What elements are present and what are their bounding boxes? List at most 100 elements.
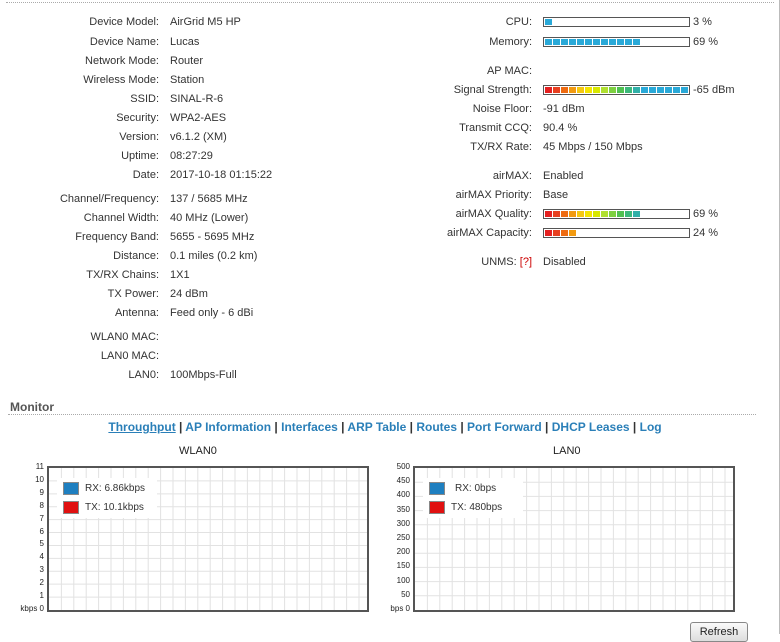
airmax-label: airMAX: xyxy=(492,170,532,182)
meter-segment xyxy=(625,87,632,93)
airmax-priority-label: airMAX Priority: xyxy=(455,189,532,201)
tab-interfaces[interactable]: Interfaces xyxy=(281,420,338,434)
meter-segment xyxy=(561,87,568,93)
meter-segment xyxy=(569,39,576,45)
meter-segment xyxy=(657,87,664,93)
info-value: 08:27:29 xyxy=(170,150,213,162)
lan0-throughput-chart: RX: 0bps TX: 480bps xyxy=(413,466,735,612)
tab-throughput[interactable]: Throughput xyxy=(108,420,175,434)
info-label: TX/RX Chains: xyxy=(86,269,159,281)
tab-separator: | xyxy=(175,420,186,434)
airmax-value: Enabled xyxy=(543,170,584,182)
info-value: 100Mbps-Full xyxy=(170,369,237,381)
monitor-tabs: Throughput | AP Information | Interfaces… xyxy=(0,420,770,434)
meter-segment xyxy=(633,87,640,93)
airmax-priority-value: Base xyxy=(543,189,569,201)
signal-value: -65 dBm xyxy=(693,84,735,96)
info-value: 40 MHz (Lower) xyxy=(170,212,249,224)
meter-segment xyxy=(601,39,608,45)
y-tick-label: 7 xyxy=(39,513,44,523)
meter-segment xyxy=(601,87,608,93)
unms-help-link[interactable]: [?] xyxy=(520,256,532,268)
meter-segment xyxy=(649,87,656,93)
meter-segment xyxy=(569,230,576,236)
info-value: 5655 - 5695 MHz xyxy=(170,231,255,243)
tab-port-forward[interactable]: Port Forward xyxy=(467,420,542,434)
info-value: 137 / 5685 MHz xyxy=(170,193,248,205)
info-label: LAN0 MAC: xyxy=(100,350,159,362)
meter-segment xyxy=(593,39,600,45)
meter-segment xyxy=(577,211,584,217)
meter-segment xyxy=(625,39,632,45)
meter-segment xyxy=(601,211,608,217)
info-value: 2017-10-18 01:15:22 xyxy=(170,169,273,181)
tab-dhcp-leases[interactable]: DHCP Leases xyxy=(552,420,630,434)
wlan0-throughput-chart: RX: 6.86kbps TX: 10.1kbps xyxy=(47,466,369,612)
tab-separator: | xyxy=(271,420,282,434)
tab-arp-table[interactable]: ARP Table xyxy=(347,420,406,434)
meter-segment xyxy=(681,87,688,93)
meter-segment xyxy=(577,87,584,93)
wlan0-chart-title: WLAN0 xyxy=(179,445,217,457)
monitor-title: Monitor xyxy=(10,400,54,414)
info-label: Frequency Band: xyxy=(75,231,159,243)
ap-mac-label: AP MAC: xyxy=(486,65,532,77)
noise-value: -91 dBm xyxy=(543,103,585,115)
meter-segment xyxy=(625,211,632,217)
y-tick-label: 3 xyxy=(39,565,44,575)
info-label: Wireless Mode: xyxy=(83,74,159,86)
txrx-rate-value: 45 Mbps / 150 Mbps xyxy=(543,141,643,153)
y-tick-label: bps 0 xyxy=(390,604,410,613)
cpu-bar xyxy=(543,17,690,27)
y-tick-label: 2 xyxy=(39,578,44,588)
airmax-quality-label: airMAX Quality: xyxy=(455,208,532,220)
meter-segment xyxy=(617,211,624,217)
wlan0-rx-label: RX: 6.86kbps xyxy=(85,483,146,494)
info-label: Channel Width: xyxy=(83,212,159,224)
unms-label-wrap: UNMS: [?] xyxy=(400,254,532,270)
refresh-button[interactable]: Refresh xyxy=(690,622,748,642)
tab-log[interactable]: Log xyxy=(640,420,662,434)
info-label: Device Name: xyxy=(89,36,159,48)
info-label: Date: xyxy=(132,169,159,181)
memory-bar xyxy=(543,37,690,47)
meter-segment xyxy=(545,39,552,45)
info-label: Version: xyxy=(119,131,159,143)
wlan0-tx-label: TX: 10.1kbps xyxy=(85,502,144,513)
info-label: TX Power: xyxy=(107,288,159,300)
info-label: Network Mode: xyxy=(85,55,159,67)
info-value: Lucas xyxy=(170,36,200,48)
airmax-capacity-label: airMAX Capacity: xyxy=(447,227,532,239)
meter-segment xyxy=(577,39,584,45)
meter-segment xyxy=(553,230,560,236)
monitor-divider xyxy=(8,414,756,415)
lan0-legend: RX: 0bps TX: 480bps xyxy=(423,478,523,518)
y-tick-label: 100 xyxy=(396,575,410,585)
tab-routes[interactable]: Routes xyxy=(416,420,457,434)
txrx-rate-label: TX/RX Rate: xyxy=(470,141,532,153)
y-tick-label: 250 xyxy=(396,533,410,542)
y-tick-label: 150 xyxy=(396,561,410,571)
info-label: Channel/Frequency: xyxy=(59,193,159,205)
info-value: Feed only - 6 dBi xyxy=(170,307,254,319)
y-tick-label: 8 xyxy=(39,500,44,510)
airmax-capacity-value: 24 % xyxy=(693,227,719,239)
y-tick-label: 6 xyxy=(39,526,44,536)
meter-segment xyxy=(569,87,576,93)
info-value: 24 dBm xyxy=(170,288,208,300)
ccq-label: Transmit CCQ: xyxy=(459,122,532,134)
y-tick-label: kbps 0 xyxy=(20,604,44,613)
tab-ap-information[interactable]: AP Information xyxy=(185,420,271,434)
lan0-chart-title: LAN0 xyxy=(553,445,581,457)
info-value: AirGrid M5 HP xyxy=(170,16,241,28)
wlan0-legend: RX: 6.86kbps TX: 10.1kbps xyxy=(57,478,157,518)
y-tick-label: 5 xyxy=(39,539,44,549)
tab-separator: | xyxy=(541,420,552,434)
y-tick-label: 200 xyxy=(396,547,410,557)
cpu-value: 3 % xyxy=(693,16,712,28)
info-value: SINAL-R-6 xyxy=(170,93,224,105)
signal-label: Signal Strength: xyxy=(453,84,532,96)
info-label: Security: xyxy=(116,112,159,124)
y-tick-label: 1 xyxy=(39,591,44,601)
meter-segment xyxy=(561,211,568,217)
